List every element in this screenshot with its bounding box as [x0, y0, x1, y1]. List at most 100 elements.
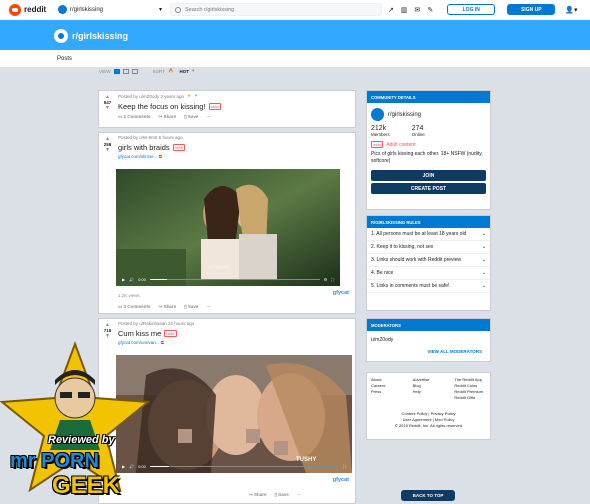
- rules-header: R/GIRLSKISSING RULES: [367, 216, 490, 228]
- policy-links[interactable]: User Agreement | Mod Policy: [367, 417, 490, 422]
- add-icon[interactable]: ✎: [427, 6, 433, 14]
- tab-posts[interactable]: Posts: [57, 56, 72, 62]
- nsfw-badge: nsfw: [164, 330, 177, 337]
- downvote-icon[interactable]: ▼: [105, 147, 110, 153]
- online-label: Online: [411, 132, 425, 137]
- downvote-icon[interactable]: ▼: [105, 105, 110, 111]
- views-label: 1.2K views: [118, 293, 140, 298]
- video-progress-bar[interactable]: [149, 466, 340, 467]
- footer-col: About Careers Press: [371, 377, 403, 401]
- watermark-geek: GEEK: [52, 472, 121, 499]
- members-label: Members: [371, 132, 390, 137]
- community-details-header: COMMUNITY DETAILS: [367, 91, 490, 103]
- login-button[interactable]: LOG IN: [447, 4, 496, 15]
- rule-item[interactable]: 5. Links in comments must be safe! ⌄: [367, 280, 490, 293]
- online-count: 274: [411, 125, 424, 132]
- post-link[interactable]: gfycat.com/slimse... ⧉: [118, 154, 355, 159]
- post-link[interactable]: gfycat.com/unevan... ⧉: [118, 340, 355, 345]
- reddit-logo[interactable]: reddit: [6, 3, 50, 16]
- post-card[interactable]: ▲ 259 ▼ Posted by u/W-9m0 5 hours ago gi…: [98, 132, 356, 314]
- rule-item[interactable]: 2. Keep it to kissing, not sex ⌄: [367, 241, 490, 254]
- save-button[interactable]: ▯ Save: [184, 304, 198, 310]
- post-title[interactable]: girls with braids: [118, 143, 170, 152]
- video-player[interactable]: ULTRAFILMS ▶ 🔊 0:00 ⚙ ⛶: [116, 169, 340, 286]
- chevron-down-icon[interactable]: ▾: [192, 68, 194, 74]
- post-meta: Posted by u/Rakinhasan 22 hours ago: [118, 321, 355, 326]
- save-label: Save: [187, 304, 199, 309]
- policy-links[interactable]: Content Policy | Privacy Policy: [367, 411, 490, 416]
- vote-column: ▲ 547 ▼: [99, 91, 116, 111]
- post-title[interactable]: Keep the focus on kissing!: [118, 102, 206, 111]
- community-name[interactable]: r/girlskissing: [388, 112, 421, 118]
- comments-button[interactable]: ▭ 3 Comments: [118, 304, 151, 310]
- moderator-link[interactable]: u/mZ0ody: [367, 331, 490, 343]
- fullscreen-icon[interactable]: ⛶: [343, 464, 346, 469]
- share-button[interactable]: ↪ Share: [159, 304, 177, 310]
- gfycat-logo[interactable]: gfycat: [333, 477, 349, 483]
- chat-icon[interactable]: ✉: [415, 6, 421, 14]
- more-options-button[interactable]: ···: [297, 492, 302, 498]
- card-view-icon[interactable]: [113, 68, 120, 74]
- save-label: Save: [278, 492, 289, 497]
- gfycat-logo[interactable]: gfycat: [333, 290, 349, 296]
- post-title-row: Cum kiss me nsfw: [118, 329, 355, 338]
- community-header: r/girlskissing: [0, 22, 590, 50]
- top-navigation-bar: reddit r/girlskissing ▾ ↗ ▥ ✉ ✎ LOG IN S…: [0, 0, 590, 20]
- footer-col: Advertise Blog Help: [413, 377, 445, 401]
- sort-dropdown[interactable]: HOT: [180, 69, 190, 74]
- chevron-down-icon: ⌄: [481, 244, 486, 250]
- community-icon: [58, 5, 67, 14]
- award-icon: ★: [187, 93, 192, 98]
- trending-icon[interactable]: ↗: [388, 6, 394, 14]
- rule-text: 5. Links in comments must be safe!: [371, 283, 450, 289]
- user-menu-icon[interactable]: 👤▾: [565, 6, 577, 14]
- save-button[interactable]: ▯ Save: [184, 114, 198, 120]
- community-stats: 212k Members 274 Online: [367, 121, 490, 137]
- more-options-button[interactable]: ···: [206, 114, 211, 120]
- rule-text: 2. Keep it to kissing, not sex: [371, 244, 434, 250]
- rule-item[interactable]: 4. Be nice ⌄: [367, 267, 490, 280]
- external-link-icon: ⧉: [158, 154, 162, 159]
- create-post-button[interactable]: CREATE POST: [371, 183, 486, 194]
- adult-content-label: Adult content: [386, 141, 416, 148]
- rule-text: 3. Links should work with Reddit preview: [371, 257, 462, 263]
- post-meta: Posted by u/mZ0ody 2 years ago ★ ✦: [118, 93, 355, 99]
- footer-link[interactable]: Reddit Gifts: [454, 395, 486, 401]
- members-count: 212k: [371, 125, 387, 132]
- compact-view-icon[interactable]: [131, 68, 138, 74]
- fullscreen-icon[interactable]: ⛶: [331, 277, 334, 282]
- external-link-icon: ⧉: [160, 340, 165, 345]
- volume-icon[interactable]: 🔊: [129, 277, 134, 282]
- save-button[interactable]: ▯ Save: [275, 492, 289, 498]
- watermark-badge: Reviewed by mr PORN GEEK: [0, 340, 150, 504]
- downvote-icon[interactable]: ▼: [105, 333, 110, 339]
- comments-button[interactable]: ▭ 2 Comments: [118, 114, 151, 120]
- footer-link[interactable]: Help: [413, 389, 445, 395]
- classic-view-icon[interactable]: [122, 68, 129, 74]
- video-player[interactable]: TUSHY ▶ 🔊 0:00 ⛶: [116, 355, 352, 473]
- video-progress-bar[interactable]: [149, 279, 320, 280]
- nsfw-badge: nsfw: [371, 141, 384, 148]
- footer-link[interactable]: Press: [371, 389, 403, 395]
- more-options-button[interactable]: ···: [206, 304, 211, 310]
- search-input[interactable]: [185, 6, 375, 13]
- play-icon[interactable]: ▶: [122, 277, 125, 282]
- share-button[interactable]: ↪ Share: [249, 492, 267, 498]
- share-button[interactable]: ↪ Share: [159, 114, 177, 120]
- signup-button[interactable]: SIGN UP: [507, 4, 556, 15]
- join-button[interactable]: JOIN: [371, 170, 486, 181]
- post-card[interactable]: ▲ 547 ▼ Posted by u/mZ0ody 2 years ago ★…: [98, 90, 356, 128]
- comments-label: 2 Comments: [123, 114, 151, 119]
- settings-icon[interactable]: ⚙: [324, 277, 328, 282]
- view-all-moderators-link[interactable]: VIEW ALL MODERATORS: [367, 343, 490, 354]
- post-title[interactable]: Cum kiss me: [118, 329, 161, 338]
- rule-item[interactable]: 1. All persons must be at least 18 years…: [367, 228, 490, 241]
- community-title: r/girlskissing: [72, 31, 129, 41]
- view-count: 1.2K views: [118, 293, 140, 298]
- video-time: 0:00: [138, 277, 146, 282]
- community-selector[interactable]: r/girlskissing ▾: [58, 3, 162, 17]
- back-to-top-button[interactable]: BACK TO TOP: [401, 490, 455, 501]
- rule-item[interactable]: 3. Links should work with Reddit preview…: [367, 254, 490, 267]
- community-avatar-icon: [54, 29, 68, 43]
- stats-icon[interactable]: ▥: [401, 6, 408, 14]
